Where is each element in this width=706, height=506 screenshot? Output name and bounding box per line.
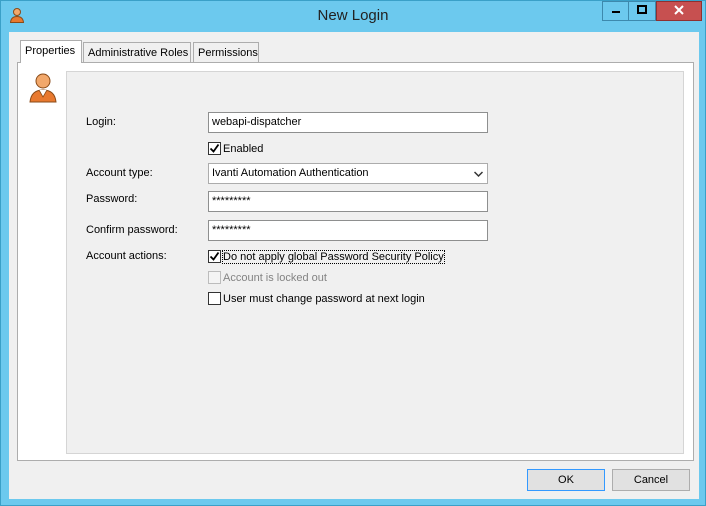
locked-out-checkbox bbox=[208, 271, 221, 284]
change-password-checkbox-row[interactable]: User must change password at next login bbox=[208, 292, 425, 305]
enabled-checkbox[interactable] bbox=[208, 142, 221, 155]
minimize-button[interactable] bbox=[602, 1, 629, 21]
ok-button[interactable]: OK bbox=[527, 469, 605, 491]
tab-properties[interactable]: Properties bbox=[20, 40, 82, 63]
window-title: New Login bbox=[317, 7, 389, 24]
dialog-window: New Login Properties Administrative Role… bbox=[0, 0, 706, 506]
cancel-button[interactable]: Cancel bbox=[612, 469, 690, 491]
locked-out-label: Account is locked out bbox=[223, 271, 327, 284]
check-icon bbox=[209, 251, 220, 261]
enabled-checkbox-row[interactable]: Enabled bbox=[208, 142, 263, 155]
properties-panel: Login: webapi-dispatcher Enabled Account… bbox=[17, 62, 694, 461]
password-input[interactable]: ********* bbox=[208, 191, 488, 212]
dialog-body: Properties Administrative Roles Permissi… bbox=[9, 32, 699, 499]
login-label: Login: bbox=[86, 116, 116, 128]
password-policy-label: Do not apply global Password Security Po… bbox=[222, 249, 445, 264]
password-label: Password: bbox=[86, 193, 138, 205]
close-button[interactable] bbox=[656, 1, 702, 21]
locked-out-checkbox-row: Account is locked out bbox=[208, 271, 327, 284]
change-password-checkbox[interactable] bbox=[208, 292, 221, 305]
check-icon bbox=[209, 143, 220, 153]
confirm-password-input[interactable]: ********* bbox=[208, 220, 488, 241]
password-policy-checkbox-row[interactable]: Do not apply global Password Security Po… bbox=[208, 249, 445, 264]
account-type-label: Account type: bbox=[86, 167, 153, 179]
login-input[interactable]: webapi-dispatcher bbox=[208, 112, 488, 133]
account-actions-label: Account actions: bbox=[86, 250, 167, 262]
account-type-select[interactable]: Ivanti Automation Authentication bbox=[208, 163, 488, 184]
change-password-label: User must change password at next login bbox=[223, 292, 425, 305]
tab-administrative-roles[interactable]: Administrative Roles bbox=[83, 42, 191, 62]
minimize-icon bbox=[611, 5, 621, 18]
account-type-value: Ivanti Automation Authentication bbox=[212, 167, 369, 179]
tab-permissions[interactable]: Permissions bbox=[193, 42, 259, 62]
close-icon bbox=[674, 4, 684, 18]
maximize-button[interactable] bbox=[629, 1, 656, 21]
user-avatar-icon bbox=[27, 71, 59, 103]
chevron-down-icon bbox=[473, 169, 484, 181]
password-policy-checkbox[interactable] bbox=[208, 250, 221, 263]
enabled-label: Enabled bbox=[223, 142, 264, 155]
titlebar[interactable]: New Login bbox=[1, 1, 705, 31]
confirm-password-label: Confirm password: bbox=[86, 224, 178, 236]
maximize-icon bbox=[637, 4, 647, 18]
